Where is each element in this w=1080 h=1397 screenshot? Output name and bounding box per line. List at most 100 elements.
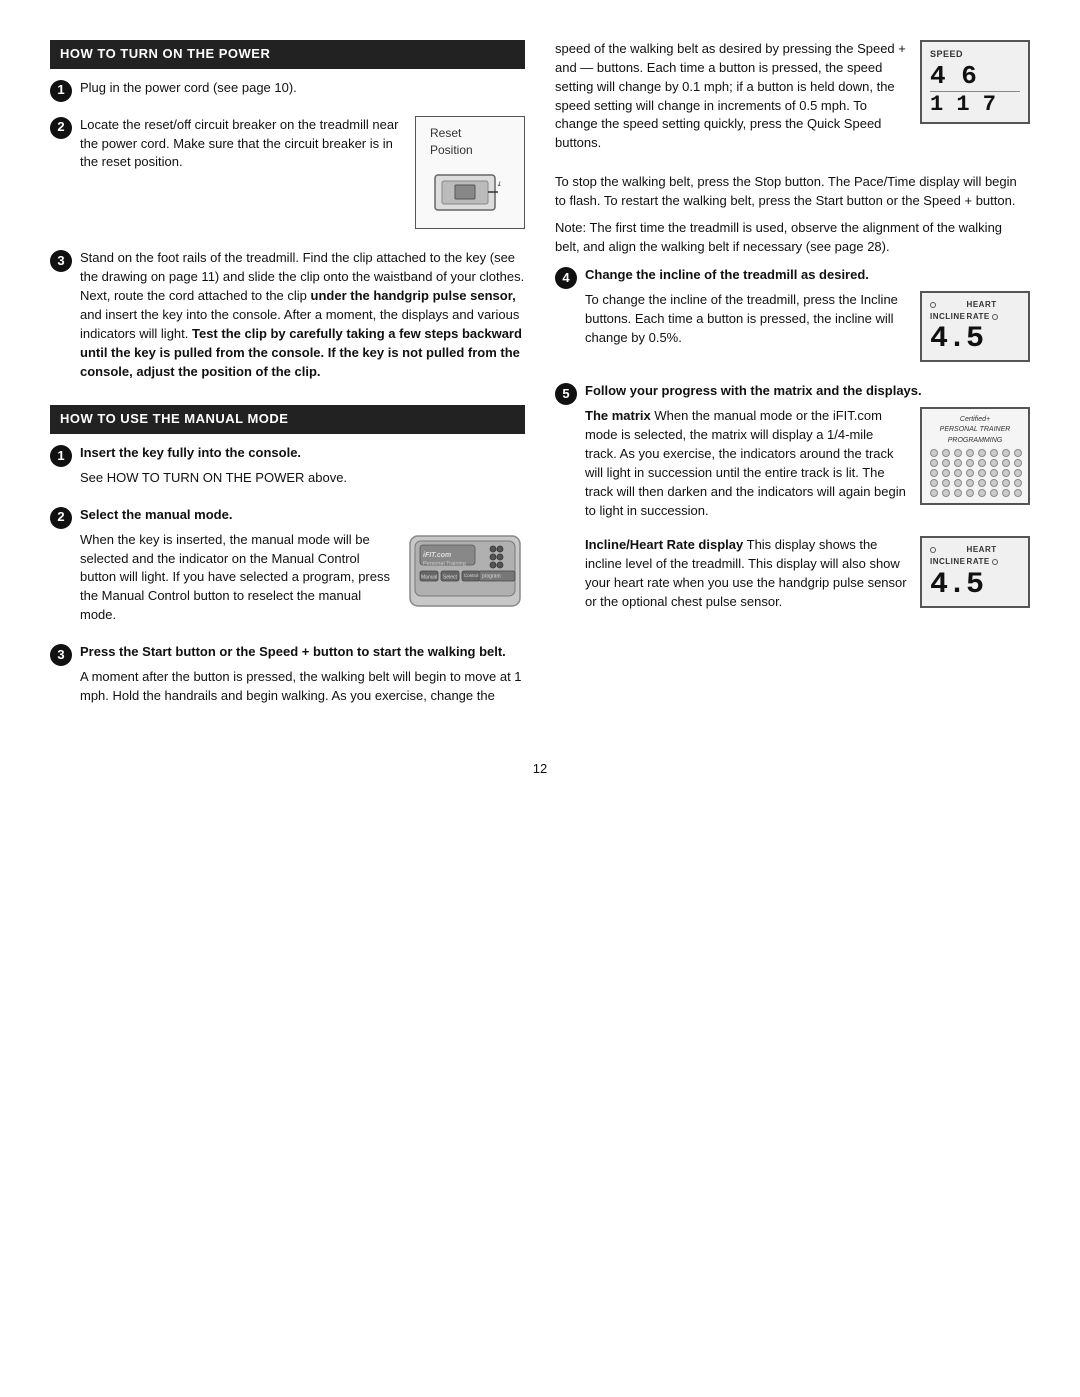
step-5-content: Follow your progress with the matrix and…	[585, 382, 1030, 617]
dot-5-4	[966, 489, 974, 497]
dot-3-6	[990, 469, 998, 477]
svg-text:Manual: Manual	[421, 574, 437, 580]
step-2-content: ResetPosition ↙ Lo	[80, 116, 525, 238]
manual-step-num-2: 2	[50, 507, 72, 529]
step-num-5: 5	[555, 383, 577, 405]
manual-step-3-text: A moment after the button is pressed, th…	[80, 668, 525, 706]
dot-1-2	[942, 449, 950, 457]
dot-3-7	[1002, 469, 1010, 477]
incline-labels2: INCLINE HEART RATE	[930, 544, 1020, 567]
step-1-content: Plug in the power cord (see page 10).	[80, 79, 525, 104]
matrix-section: Certified+PERSONAL TRAINERPROGRAMMING	[585, 407, 1030, 526]
speed-num2: 1 1 7	[930, 91, 1020, 116]
dot-4-4	[966, 479, 974, 487]
dot-3-2	[942, 469, 950, 477]
dot-4-6	[990, 479, 998, 487]
manual-step-2: 2 Select the manual mode. iFIT.com	[50, 506, 525, 631]
step-4-label: Change the incline of the treadmill as d…	[585, 267, 869, 282]
section-manual: HOW TO USE THE MANUAL MODE 1 Insert the …	[50, 405, 525, 711]
heart-rate-label1: HEART RATE	[967, 299, 1020, 322]
dot-5-6	[990, 489, 998, 497]
power-step-1: 1 Plug in the power cord (see page 10).	[50, 79, 525, 104]
dot-4-7	[1002, 479, 1010, 487]
step-3-bold1: under the handgrip pulse sensor,	[311, 288, 516, 303]
incline-display1: INCLINE HEART RATE 4.5	[920, 291, 1030, 362]
matrix-text2: When the manual mode or the iFIT.com mod…	[585, 408, 906, 517]
manual-step-num-3: 3	[50, 644, 72, 666]
step-1-text: Plug in the power cord (see page 10).	[80, 79, 525, 98]
speed-label: SPEED	[930, 48, 1020, 61]
matrix-dots	[930, 449, 1020, 497]
incline-label2: INCLINE	[930, 544, 967, 567]
incline-hr-title: Incline/Heart Rate display	[585, 537, 743, 552]
dot-4-3	[954, 479, 962, 487]
section-power-title: HOW TO TURN ON THE POWER	[50, 40, 525, 69]
incline-hr-section: INCLINE HEART RATE 4.5 Incline/Heart	[585, 536, 1030, 617]
dot-3-3	[954, 469, 962, 477]
step-5-label: Follow your progress with the matrix and…	[585, 383, 922, 398]
dot-3-1	[930, 469, 938, 477]
manual-step-3-label: Press the Start button or the Speed + bu…	[80, 644, 506, 659]
dot-2-4	[966, 459, 974, 467]
matrix-display-wrapper: Certified+PERSONAL TRAINERPROGRAMMING	[920, 407, 1030, 504]
step-3-text: Stand on the foot rails of the treadmill…	[80, 249, 525, 381]
reset-svg: ↙	[430, 165, 510, 220]
manual-step-2-content: Select the manual mode. iFIT.com Persona…	[80, 506, 525, 631]
incline-display2-wrapper: INCLINE HEART RATE 4.5	[920, 536, 1030, 607]
dot-1-4	[966, 449, 974, 457]
dot-2-6	[990, 459, 998, 467]
incline-display2: INCLINE HEART RATE 4.5	[920, 536, 1030, 607]
section-power: HOW TO TURN ON THE POWER 1 Plug in the p…	[50, 40, 525, 387]
dot-2-1	[930, 459, 938, 467]
section-manual-title: HOW TO USE THE MANUAL MODE	[50, 405, 525, 434]
dot-2-2	[942, 459, 950, 467]
power-step-2: 2 ResetPosition	[50, 116, 525, 238]
step-num-2: 2	[50, 117, 72, 139]
dot-1-5	[978, 449, 986, 457]
speed-display: SPEED 4 6 1 1 7	[920, 40, 1030, 124]
left-column: HOW TO TURN ON THE POWER 1 Plug in the p…	[50, 40, 525, 730]
dot-1-8	[1014, 449, 1022, 457]
dot-1-1	[930, 449, 938, 457]
step-4-content: Change the incline of the treadmill as d…	[585, 266, 1030, 370]
note-text: Note: The first time the treadmill is us…	[555, 219, 1030, 257]
svg-text:Control: Control	[464, 573, 479, 578]
matrix-display: Certified+PERSONAL TRAINERPROGRAMMING	[920, 407, 1030, 504]
step-3-bold2: Test the clip by carefully taking a few …	[80, 326, 522, 379]
step-3-content: Stand on the foot rails of the treadmill…	[80, 249, 525, 387]
incline-num1: 4.5	[930, 324, 1020, 354]
dot-1-3	[954, 449, 962, 457]
dot-1-6	[990, 449, 998, 457]
incline-dot2	[930, 547, 936, 553]
right-column: SPEED 4 6 1 1 7 speed of the walking bel…	[555, 40, 1030, 730]
speed-section: SPEED 4 6 1 1 7 speed of the walking bel…	[555, 40, 1030, 161]
incline-num2: 4.5	[930, 570, 1020, 600]
reset-label: ResetPosition	[430, 125, 510, 160]
dot-5-1	[930, 489, 938, 497]
console-svg: iFIT.com Personal Training Manual Select…	[405, 531, 525, 611]
heart-rate-label2: HEART RATE	[967, 544, 1020, 567]
power-step-3: 3 Stand on the foot rails of the treadmi…	[50, 249, 525, 387]
incline-display1-wrapper: INCLINE HEART RATE 4.5	[920, 291, 1030, 362]
incline-label1: INCLINE	[930, 299, 967, 322]
manual-step-2-label: Select the manual mode.	[80, 507, 232, 522]
svg-text:↙: ↙	[496, 180, 505, 189]
dot-4-1	[930, 479, 938, 487]
cert-label: Certified+PERSONAL TRAINERPROGRAMMING	[930, 415, 1020, 445]
dot-3-8	[1014, 469, 1022, 477]
incline-dot1	[930, 302, 936, 308]
matrix-bold: The matrix	[585, 408, 651, 423]
svg-text:program: program	[482, 573, 501, 579]
dot-2-5	[978, 459, 986, 467]
step-num-4: 4	[555, 267, 577, 289]
svg-text:iFIT.com: iFIT.com	[423, 552, 451, 559]
step2-clearfix: iFIT.com Personal Training Manual Select…	[80, 531, 525, 631]
manual-step-1: 1 Insert the key fully into the console.…	[50, 444, 525, 494]
stop-text: To stop the walking belt, press the Stop…	[555, 173, 1030, 211]
dot-5-2	[942, 489, 950, 497]
dot-3-4	[966, 469, 974, 477]
console-image: iFIT.com Personal Training Manual Select…	[405, 531, 525, 617]
manual-step-3-content: Press the Start button or the Speed + bu…	[80, 643, 525, 712]
step-num-3: 3	[50, 250, 72, 272]
svg-text:Select: Select	[443, 574, 458, 580]
